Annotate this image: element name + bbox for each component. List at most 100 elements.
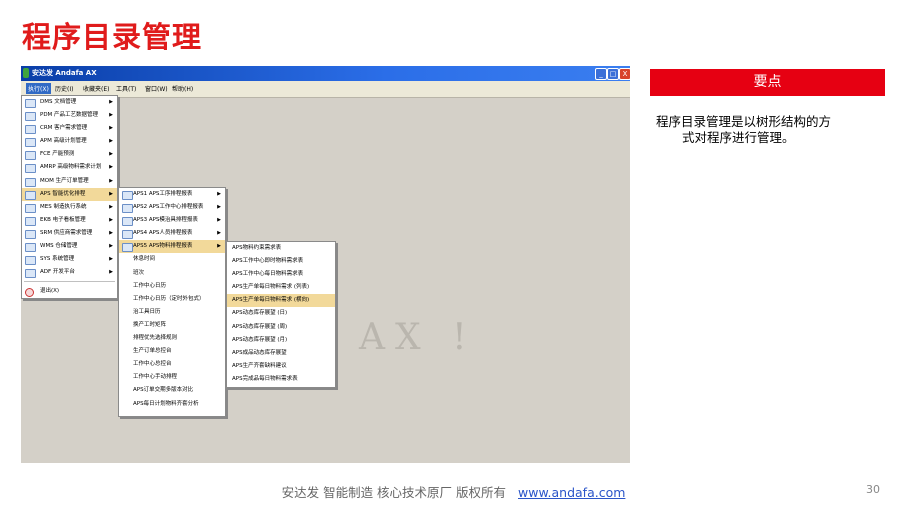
submenu-arrow-icon: ▶ (109, 256, 113, 263)
menu-history[interactable]: 历史(I) (55, 84, 73, 93)
menu-item[interactable]: APS4 APS人员排程报表 ▶ (119, 227, 225, 240)
submenu-arrow-icon: ▶ (109, 243, 113, 250)
menu-item[interactable]: 工作中心日历 (119, 280, 225, 293)
menu-favorites[interactable]: 收藏夹(E) (83, 84, 109, 93)
menu-item[interactable]: ADF 开发平台 ▶ (22, 266, 117, 279)
menu-window[interactable]: 窗口(W) (145, 84, 168, 93)
menu-item[interactable]: SRM 供应商需求管理 ▶ (22, 227, 117, 240)
menu-item-label: APS动态库存展望 (周) (232, 323, 288, 330)
menu-item[interactable]: APS3 APS模治具排程报表 ▶ (119, 214, 225, 227)
menu-item[interactable]: FCE 产能预测 ▶ (22, 148, 117, 161)
menu-item-label: 退出(X) (40, 288, 60, 295)
menu-item[interactable]: APS成品动态库存展望 (227, 347, 335, 360)
menu-item-label: APS5 APS物料排程报表 (133, 243, 193, 250)
menu-item[interactable]: APS生产齐套缺料建议 (227, 360, 335, 373)
close-button[interactable]: X (619, 68, 630, 80)
menu-item[interactable]: APM 高级计划管理 ▶ (22, 135, 117, 148)
module-icon (25, 269, 36, 279)
module-icon (25, 229, 36, 239)
menu-item-label: APS动态库存展望 (日) (232, 310, 288, 317)
menu-item[interactable]: APS动态库存展望 (日) (227, 307, 335, 320)
menu-item-label: APS动态库存展望 (月) (232, 336, 288, 343)
menu-item-label: ADF 开发平台 (40, 269, 75, 276)
menu-item-label: APS物料约束需求表 (232, 245, 282, 251)
menu-item[interactable]: MES 制造执行系统 ▶ (22, 201, 117, 214)
menu-item[interactable]: EKB 电子看板管理 ▶ (22, 214, 117, 227)
menu-item[interactable]: APS物料约束需求表 (227, 242, 335, 255)
module-icon (25, 164, 36, 174)
menu-item[interactable]: 班次 (119, 267, 225, 280)
menu-item[interactable]: APS动态库存展望 (月) (227, 334, 335, 347)
menu-help[interactable]: 帮助(H) (172, 84, 193, 93)
menu-item[interactable]: APS工作中心每日物料需求表 (227, 268, 335, 281)
exit-menu-item[interactable]: 退出(X) (22, 285, 117, 298)
menu-item[interactable]: APS 智能优化排程 ▶ (22, 187, 117, 201)
menu-item-label: APS成品动态库存展望 (232, 349, 287, 356)
menu-item[interactable]: APS完成品每日物料需求表 (227, 373, 335, 386)
menu-item[interactable]: 工作中心总控台 (119, 358, 225, 371)
menu-item[interactable]: APS每日计划物料齐套分析 (119, 398, 225, 411)
menu-item-label: APS订单交期多版本对比 (133, 387, 194, 394)
menu-item-label: 排程优先选择规则 (133, 335, 178, 342)
menu-item[interactable]: AMRP 高级物料需求计划 ▶ (22, 161, 117, 174)
footer-link[interactable]: www.andafa.com (518, 485, 625, 500)
menu-item[interactable]: APS生产单每日物料需求 (列表) (227, 281, 335, 294)
menu-item-label: 工作中心手动排程 (133, 374, 178, 381)
menu-item-label: APS3 APS模治具排程报表 (133, 217, 198, 224)
submenu-arrow-icon: ▶ (109, 229, 113, 236)
submenu-arrow-icon: ▶ (109, 177, 113, 184)
menu-item-label: APS 智能优化排程 (40, 190, 86, 197)
module-icon (25, 190, 36, 200)
menu-item[interactable]: DMS 文档管理 ▶ (22, 96, 117, 109)
submenu-arrow-icon: ▶ (217, 217, 221, 224)
submenu-arrow-icon: ▶ (109, 138, 113, 145)
page-title: 程序目录管理 (22, 20, 203, 54)
minimize-button[interactable]: _ (595, 68, 607, 80)
submenu-arrow-icon: ▶ (217, 230, 221, 237)
menu-item[interactable]: 休息时间 (119, 253, 225, 266)
menu-item[interactable]: 生产订单总控台 (119, 345, 225, 358)
menu-item[interactable]: APS订单交期多版本对比 (119, 384, 225, 397)
menu-item[interactable]: 工作中心手动排程 (119, 371, 225, 384)
menu-item[interactable]: 排程优先选择规则 (119, 332, 225, 345)
submenu-arrow-icon: ▶ (109, 190, 113, 197)
module-icon (25, 256, 36, 266)
menu-item[interactable]: PDM 产品工艺数据管理 ▶ (22, 109, 117, 122)
submenu-arrow-icon: ▶ (109, 164, 113, 171)
menu-item-label: CRM 客户需求管理 (40, 125, 88, 132)
menu-tools[interactable]: 工具(T) (116, 84, 136, 93)
menu-item-label: 工作中心总控台 (133, 361, 172, 368)
menu-item-label: DMS 文档管理 (40, 99, 77, 105)
menu-item[interactable]: APS动态库存展望 (周) (227, 321, 335, 334)
footer-text: 安达发 智能制造 核心技术原厂 版权所有 (281, 485, 507, 500)
menu-item[interactable]: CRM 客户需求管理 ▶ (22, 122, 117, 135)
menu-item-label: PDM 产品工艺数据管理 (40, 112, 99, 119)
keypoint-line-1: 程序目录管理是以树形结构的方 (656, 114, 832, 129)
menu-item-label: 生产订单总控台 (133, 348, 172, 355)
submenu-arrow-icon: ▶ (217, 243, 221, 250)
menu-item[interactable]: APS生产单每日物料需求 (横向) (227, 294, 335, 308)
menu-item-label: APS每日计划物料齐套分析 (133, 400, 199, 407)
menu-item[interactable]: 治工具日历 (119, 306, 225, 319)
submenu-arrow-icon: ▶ (109, 125, 113, 132)
menu-item[interactable]: APS2 APS工作中心排程报表 ▶ (119, 201, 225, 214)
module-icon (122, 243, 133, 253)
menu-item[interactable]: APS5 APS物料排程报表 ▶ (119, 240, 225, 254)
menu-item[interactable]: WMS 仓储管理 ▶ (22, 240, 117, 253)
menu-item-label: APS4 APS人员排程报表 (133, 230, 193, 237)
menu-item-label: APS生产齐套缺料建议 (232, 362, 287, 369)
menu-item[interactable]: MOM 生产订单管理 ▶ (22, 175, 117, 188)
menu-item[interactable]: APS1 APS工序排程报表 ▶ (119, 188, 225, 201)
module-icon (25, 216, 36, 226)
menu-item[interactable]: 换产工时矩阵 (119, 319, 225, 332)
menu-item[interactable]: APS工作中心即时物料需求表 (227, 255, 335, 268)
menu-item[interactable]: SYS 系统管理 ▶ (22, 253, 117, 266)
keypoint-text: 程序目录管理是以树形结构的方 式对程序进行管理。 (656, 114, 881, 146)
menu-item-label: 工作中心日历（定时外包式） (133, 295, 205, 302)
module-icon (25, 138, 36, 148)
module-icon (122, 217, 133, 227)
keypoint-header: 要点 (650, 69, 885, 96)
menu-item[interactable]: 工作中心日历（定时外包式） (119, 293, 225, 306)
menu-execute[interactable]: 执行(X) (26, 83, 51, 94)
maximize-button[interactable]: □ (607, 68, 619, 80)
